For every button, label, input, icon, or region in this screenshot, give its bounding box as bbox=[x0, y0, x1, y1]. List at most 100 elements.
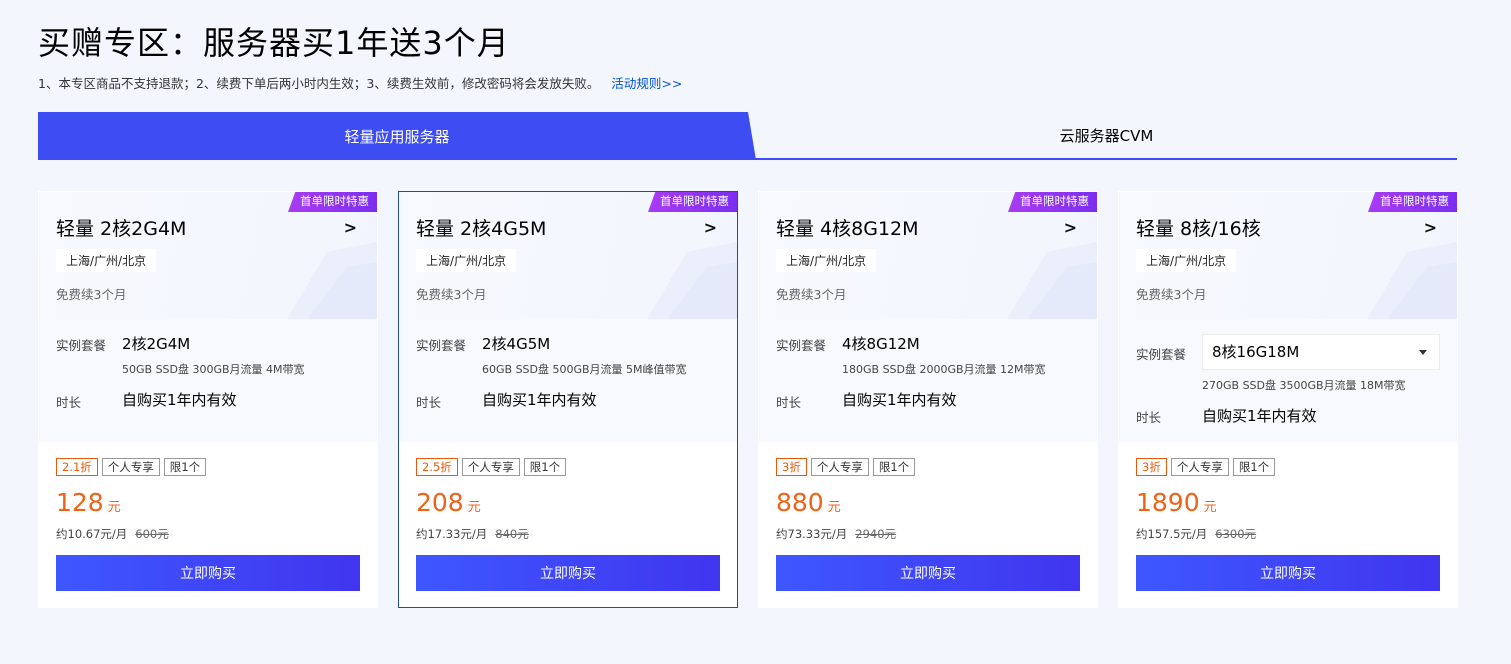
package-label: 实例套餐 bbox=[416, 338, 467, 353]
limit-tag: 限1个 bbox=[872, 458, 916, 476]
region-tag: 上海/广州/北京 bbox=[416, 249, 517, 272]
buy-button[interactable]: 立即购买 bbox=[56, 555, 360, 591]
renew-note: 免费续3个月 bbox=[1136, 287, 1207, 302]
product-card: 首单限时特惠 轻量 2核4G5M > 上海/广州/北京 免费续3个月 实例套餐 … bbox=[398, 191, 738, 608]
price-detail: 约73.33元/月 2940元 bbox=[776, 526, 896, 542]
duration-value: 自购买1年内有效 bbox=[1202, 407, 1317, 425]
spec-desc: 60GB SSD盘 500GB月流量 5M峰值带宽 bbox=[482, 363, 687, 376]
package-select[interactable]: 8核16G18M bbox=[1202, 334, 1440, 370]
chevron-right-icon[interactable]: > bbox=[1064, 218, 1077, 237]
price-unit: 元 bbox=[827, 500, 841, 515]
product-card: 首单限时特惠 轻量 4核8G12M > 上海/广州/北京 免费续3个月 实例套餐… bbox=[758, 191, 1098, 608]
discount-tag: 2.5折 bbox=[416, 458, 458, 476]
price-detail: 约10.67元/月 600元 bbox=[56, 526, 169, 542]
tag-list: 2.1折 个人专享 限1个 bbox=[56, 458, 207, 476]
server-illustration bbox=[1007, 242, 1097, 319]
limit-tag: 限1个 bbox=[1232, 458, 1276, 476]
price-unit: 元 bbox=[1203, 500, 1217, 515]
activity-notes: 1、本专区商品不支持退款；2、续费下单后两小时内生效；3、续费生效前，修改密码将… bbox=[38, 73, 682, 92]
product-card: 首单限时特惠 轻量 8核/16核 > 上海/广州/北京 免费续3个月 实例套餐 … bbox=[1118, 191, 1458, 608]
price-detail: 约17.33元/月 840元 bbox=[416, 526, 529, 542]
duration-label: 时长 bbox=[56, 395, 82, 410]
price-detail: 约157.5元/月 6300元 bbox=[1136, 526, 1256, 542]
spec-value: 2核4G5M bbox=[482, 335, 551, 353]
region-tag: 上海/广州/北京 bbox=[56, 249, 157, 272]
duration-label: 时长 bbox=[416, 395, 442, 410]
promo-badge: 首单限时特惠 bbox=[288, 192, 377, 212]
renew-note: 免费续3个月 bbox=[416, 287, 487, 302]
rules-link[interactable]: 活动规则>> bbox=[611, 76, 682, 91]
duration-label: 时长 bbox=[776, 395, 802, 410]
card-title: 轻量 4核8G12M bbox=[776, 218, 919, 240]
server-illustration bbox=[647, 242, 737, 319]
card-title: 轻量 2核2G4M bbox=[56, 218, 187, 240]
price-value: 208 bbox=[416, 488, 464, 517]
discount-tag: 2.1折 bbox=[56, 458, 98, 476]
package-label: 实例套餐 bbox=[776, 338, 827, 353]
product-tabs: 轻量应用服务器 云服务器CVM bbox=[38, 112, 1457, 160]
limit-tag: 限1个 bbox=[523, 458, 567, 476]
spec-desc: 50GB SSD盘 300GB月流量 4M带宽 bbox=[122, 363, 305, 376]
caret-down-icon bbox=[1419, 350, 1427, 355]
page-title: 买赠专区：服务器买1年送3个月 bbox=[38, 24, 510, 62]
monthly-price: 约73.33元/月 bbox=[776, 527, 848, 541]
personal-tag: 个人专享 bbox=[810, 458, 869, 476]
spec-value: 4核8G12M bbox=[842, 335, 920, 353]
personal-tag: 个人专享 bbox=[101, 458, 160, 476]
monthly-price: 约157.5元/月 bbox=[1136, 527, 1208, 541]
chevron-right-icon[interactable]: > bbox=[704, 218, 717, 237]
price: 1890 元 bbox=[1136, 488, 1217, 517]
original-price: 840元 bbox=[495, 527, 529, 541]
monthly-price: 约17.33元/月 bbox=[416, 527, 488, 541]
price-value: 880 bbox=[776, 488, 824, 517]
personal-tag: 个人专享 bbox=[461, 458, 520, 476]
monthly-price: 约10.67元/月 bbox=[56, 527, 128, 541]
duration-value: 自购买1年内有效 bbox=[842, 391, 957, 409]
price: 128 元 bbox=[56, 488, 121, 517]
tag-list: 2.5折 个人专享 限1个 bbox=[416, 458, 567, 476]
promo-badge: 首单限时特惠 bbox=[1008, 192, 1097, 212]
tag-list: 3折 个人专享 限1个 bbox=[776, 458, 916, 476]
personal-tag: 个人专享 bbox=[1170, 458, 1229, 476]
original-price: 6300元 bbox=[1215, 527, 1257, 541]
price-unit: 元 bbox=[467, 500, 481, 515]
buy-button[interactable]: 立即购买 bbox=[776, 555, 1080, 591]
region-tag: 上海/广州/北京 bbox=[776, 249, 877, 272]
chevron-right-icon[interactable]: > bbox=[344, 218, 357, 237]
price-value: 1890 bbox=[1136, 488, 1200, 517]
renew-note: 免费续3个月 bbox=[776, 287, 847, 302]
duration-value: 自购买1年内有效 bbox=[482, 391, 597, 409]
spec-desc: 180GB SSD盘 2000GB月流量 12M带宽 bbox=[842, 363, 1046, 376]
spec-value: 2核2G4M bbox=[122, 335, 191, 353]
server-illustration bbox=[1367, 242, 1457, 319]
renew-note: 免费续3个月 bbox=[56, 287, 127, 302]
product-card: 首单限时特惠 轻量 2核2G4M > 上海/广州/北京 免费续3个月 实例套餐 … bbox=[38, 191, 378, 608]
buy-button[interactable]: 立即购买 bbox=[1136, 555, 1440, 591]
duration-label: 时长 bbox=[1136, 410, 1162, 425]
limit-tag: 限1个 bbox=[163, 458, 207, 476]
package-label: 实例套餐 bbox=[1136, 347, 1187, 362]
card-title: 轻量 2核4G5M bbox=[416, 218, 547, 240]
tab-cvm[interactable]: 云服务器CVM bbox=[756, 112, 1457, 158]
price-value: 128 bbox=[56, 488, 104, 517]
discount-tag: 3折 bbox=[1136, 458, 1167, 476]
tab-lighthouse[interactable]: 轻量应用服务器 bbox=[38, 112, 756, 160]
tag-list: 3折 个人专享 限1个 bbox=[1136, 458, 1276, 476]
price-unit: 元 bbox=[107, 500, 121, 515]
buy-button[interactable]: 立即购买 bbox=[416, 555, 720, 591]
original-price: 2940元 bbox=[855, 527, 897, 541]
promo-badge: 首单限时特惠 bbox=[1368, 192, 1457, 212]
package-select-value: 8核16G18M bbox=[1212, 343, 1300, 361]
server-illustration bbox=[287, 242, 377, 319]
price: 880 元 bbox=[776, 488, 841, 517]
discount-tag: 3折 bbox=[776, 458, 807, 476]
chevron-right-icon[interactable]: > bbox=[1424, 218, 1437, 237]
package-label: 实例套餐 bbox=[56, 338, 107, 353]
duration-value: 自购买1年内有效 bbox=[122, 391, 237, 409]
spec-desc: 270GB SSD盘 3500GB月流量 18M带宽 bbox=[1202, 379, 1406, 392]
card-title: 轻量 8核/16核 bbox=[1136, 218, 1261, 240]
price: 208 元 bbox=[416, 488, 481, 517]
original-price: 600元 bbox=[135, 527, 169, 541]
notes-text: 1、本专区商品不支持退款；2、续费下单后两小时内生效；3、续费生效前，修改密码将… bbox=[38, 76, 600, 91]
promo-badge: 首单限时特惠 bbox=[648, 192, 737, 212]
